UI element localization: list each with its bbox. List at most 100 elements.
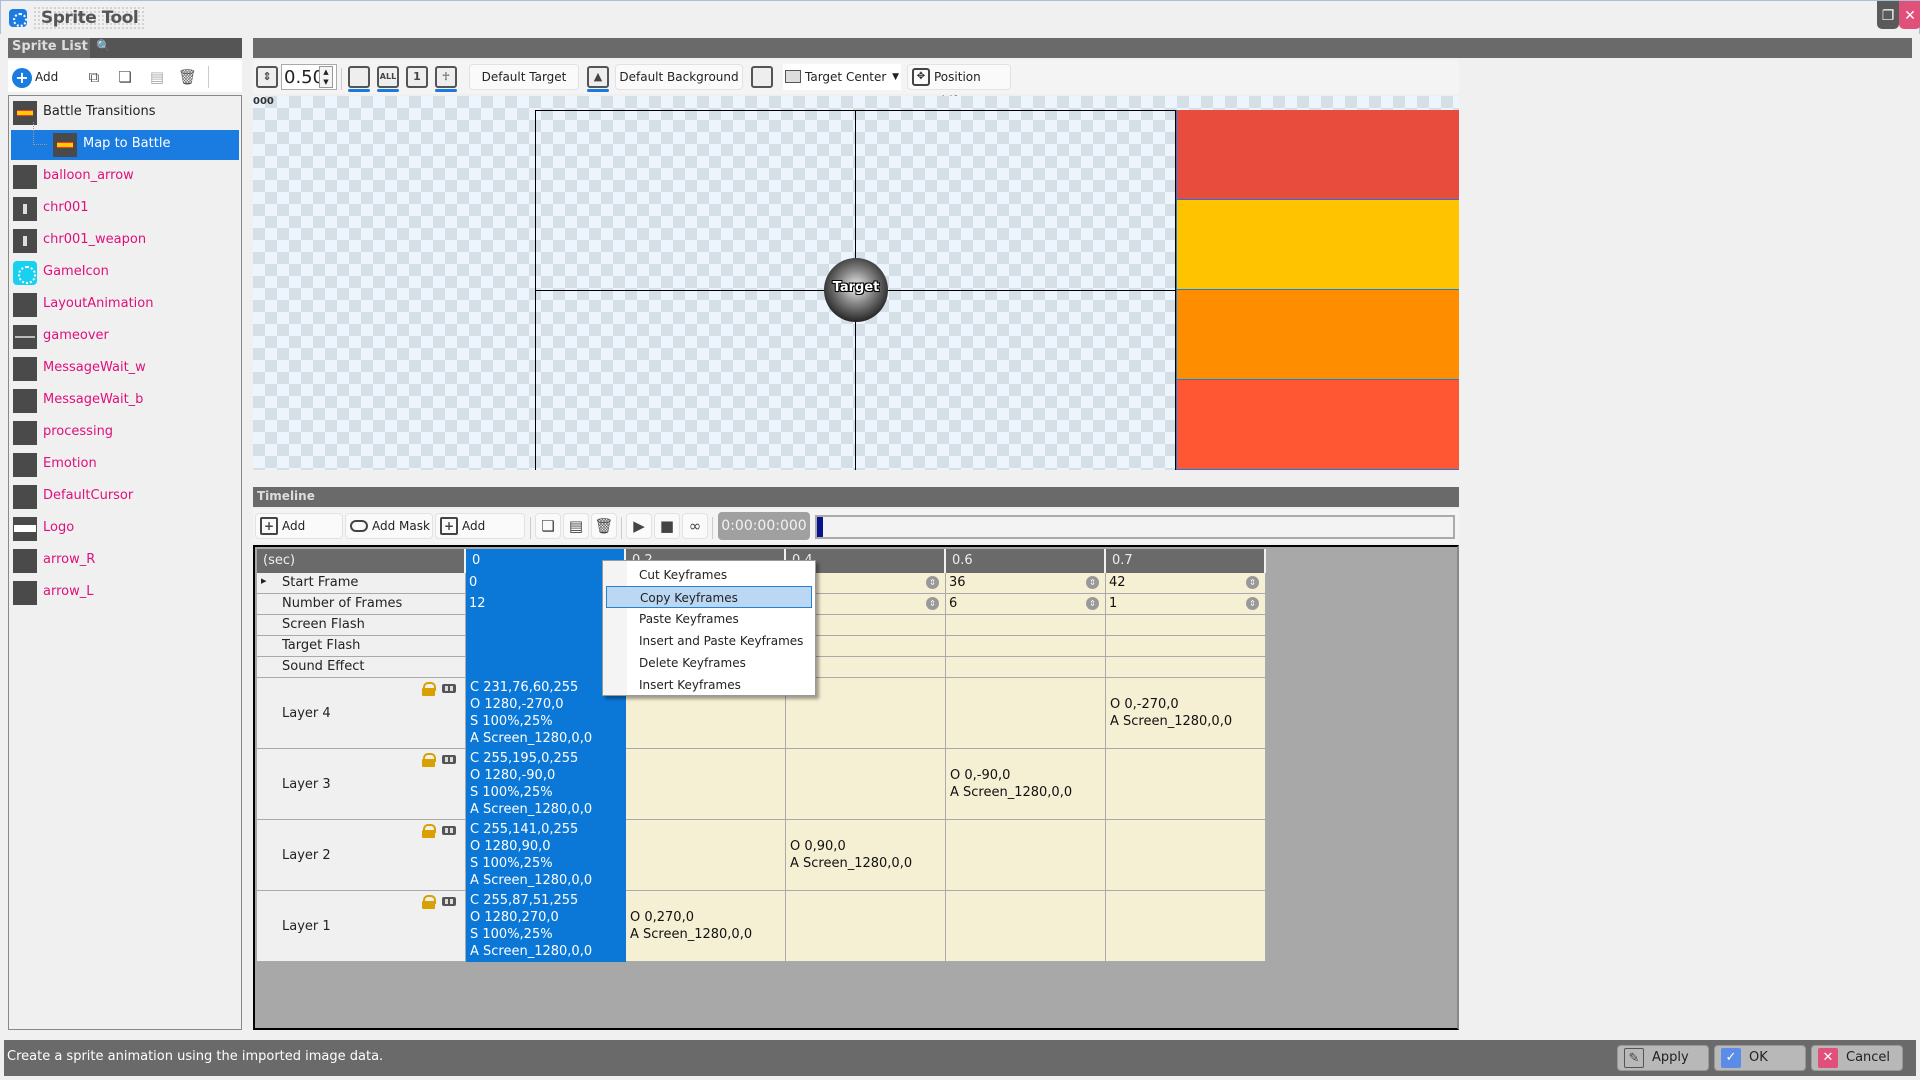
sprite-item[interactable]: Map to Battle (11, 122, 239, 160)
layer-2-band[interactable] (1176, 290, 1459, 380)
fit-zoom-icon[interactable]: ⇕ (256, 66, 278, 88)
keyframe-cell[interactable]: O 0,90,0 A Screen_1280,0,0 (786, 820, 946, 891)
character-icon[interactable]: ☥ (435, 66, 457, 92)
keyframe-cell[interactable] (946, 820, 1106, 891)
collapse-circle-icon[interactable]: ⇕ (1246, 597, 1259, 610)
keyframe-cell[interactable] (1106, 820, 1266, 891)
property-cell[interactable]: 6 ⇕ (946, 594, 1106, 615)
single-layer-icon[interactable]: 1 (406, 66, 428, 88)
sprite-item[interactable]: MessageWait_w (11, 354, 239, 384)
target-center-dropdown[interactable]: Target Center ▼ (783, 64, 901, 90)
sprite-item[interactable]: Logo (11, 514, 239, 544)
property-cell[interactable] (946, 636, 1106, 657)
context-menu-item[interactable]: Insert Keyframes (606, 674, 812, 696)
keyframe-cell[interactable]: C 255,141,0,255 O 1280,90,0 S 100%,25% A Sc… (466, 820, 626, 891)
background-image-icon[interactable]: ▲ (587, 66, 609, 92)
add-layer-button[interactable]: +Add Layer (255, 513, 343, 557)
cancel-button[interactable]: ✕ Cancel (1811, 1045, 1903, 1071)
sprite-item[interactable]: LayoutAnimation (11, 290, 239, 320)
show-all-icon[interactable]: ALL (377, 66, 399, 92)
property-cell[interactable]: 42 ⇕ (1106, 573, 1266, 594)
paste-icon[interactable]: ▤ (563, 513, 589, 539)
collapse-circle-icon[interactable]: ⇕ (926, 576, 939, 589)
collapse-circle-icon[interactable]: ⇕ (1086, 576, 1099, 589)
default-target-button[interactable]: Default Target (469, 64, 579, 90)
keyframe-cell[interactable] (946, 678, 1106, 749)
restore-window-button[interactable]: ❐ (1877, 1, 1899, 29)
keyframe-cell[interactable]: O 0,-90,0 A Screen_1280,0,0 (946, 749, 1106, 820)
property-cell[interactable] (946, 615, 1106, 636)
keyframe-cell[interactable] (626, 820, 786, 891)
keyframe-cell[interactable] (786, 891, 946, 962)
sprite-item[interactable]: gameover (11, 322, 239, 352)
trash-icon[interactable]: 🗑 (591, 513, 617, 539)
keyframe-cell[interactable] (1106, 891, 1266, 962)
loop-icon[interactable]: ∞ (682, 513, 708, 539)
expand-arrow-icon[interactable]: ▸ (261, 574, 267, 587)
preview-canvas[interactable]: 000 Target (253, 96, 1459, 470)
keyframe-cell[interactable] (946, 891, 1106, 962)
visibility-icon[interactable] (442, 684, 456, 693)
property-cell[interactable] (1106, 615, 1266, 636)
sprite-item[interactable]: chr001_weapon (11, 226, 239, 256)
close-window-button[interactable]: ✕ (1899, 1, 1920, 29)
time-column-header[interactable]: 0.6 (946, 549, 1106, 573)
visibility-icon[interactable] (442, 755, 456, 764)
sprite-item[interactable]: DefaultCursor (11, 482, 239, 512)
keyframe-cell[interactable]: O 0,270,0 A Screen_1280,0,0 (626, 891, 786, 962)
add-frame-button[interactable]: +Add Frame (435, 513, 525, 557)
sprite-item[interactable]: processing (11, 418, 239, 448)
property-cell[interactable]: 1 ⇕ (1106, 594, 1266, 615)
copy-icon[interactable]: ❏ (116, 68, 134, 86)
apply-button[interactable]: ✎ Apply (1617, 1045, 1709, 1071)
property-cell[interactable] (1106, 636, 1266, 657)
keyframe-cell[interactable] (1106, 749, 1266, 820)
keyframe-cell[interactable] (786, 749, 946, 820)
add-sprite-button[interactable]: + Add (12, 66, 58, 88)
unlock-icon[interactable] (422, 682, 436, 696)
sprite-item[interactable]: arrow_L (11, 578, 239, 608)
unlock-icon[interactable] (422, 824, 436, 838)
time-column-header[interactable]: 0.7 (1106, 549, 1266, 573)
unlock-icon[interactable] (422, 753, 436, 767)
sprite-item[interactable]: MessageWait_b (11, 386, 239, 416)
visibility-icon[interactable] (442, 826, 456, 835)
zoom-stepper[interactable]: ▲ ▼ (319, 66, 333, 88)
property-cell[interactable] (1106, 657, 1266, 678)
keyframe-cell[interactable]: C 255,195,0,255 O 1280,-90,0 S 100%,25% A S… (466, 749, 626, 820)
screen-frame-icon[interactable] (348, 66, 370, 92)
layer-3-band[interactable] (1176, 200, 1459, 290)
keyframe-cell[interactable] (626, 749, 786, 820)
target-marker[interactable]: Target (824, 258, 888, 322)
ok-button[interactable]: ✓ OK (1714, 1045, 1806, 1071)
copy-icon[interactable]: ❏ (535, 513, 561, 539)
visibility-icon[interactable] (442, 897, 456, 906)
context-menu-item[interactable]: Delete Keyframes (606, 652, 812, 674)
play-icon[interactable]: ▶ (626, 513, 652, 539)
context-menu-item[interactable]: Paste Keyframes (606, 608, 812, 630)
sprite-item[interactable]: GameIcon (11, 258, 239, 288)
sprite-item[interactable]: arrow_R (11, 546, 239, 576)
collapse-circle-icon[interactable]: ⇕ (926, 597, 939, 610)
keyframe-cell[interactable]: O 0,-270,0 A Screen_1280,0,0 (1106, 678, 1266, 749)
property-cell[interactable] (946, 657, 1106, 678)
sprite-search-input[interactable] (90, 38, 242, 58)
frame-icon[interactable] (751, 66, 773, 88)
time-slider[interactable] (815, 515, 1455, 539)
stop-icon[interactable]: ■ (654, 513, 680, 539)
context-menu-item[interactable]: Insert and Paste Keyframes (606, 630, 812, 652)
sprite-item[interactable]: balloon_arrow (11, 162, 239, 192)
sprite-item[interactable]: Emotion (11, 450, 239, 480)
context-menu-item[interactable]: Cut Keyframes (606, 564, 812, 586)
sprite-item[interactable]: chr001 (11, 194, 239, 224)
paste-icon[interactable]: ▤ (148, 68, 166, 86)
default-background-button[interactable]: Default Background (615, 64, 743, 90)
add-mask-button[interactable]: Add Mask (345, 513, 433, 539)
trash-icon[interactable]: 🗑 (178, 68, 197, 86)
time-slider-thumb[interactable] (817, 517, 823, 537)
collapse-circle-icon[interactable]: ⇕ (1246, 576, 1259, 589)
context-menu-item[interactable]: Copy Keyframes (606, 586, 812, 608)
unlock-icon[interactable] (422, 895, 436, 909)
collapse-circle-icon[interactable]: ⇕ (1086, 597, 1099, 610)
property-cell[interactable]: 36 ⇕ (946, 573, 1106, 594)
